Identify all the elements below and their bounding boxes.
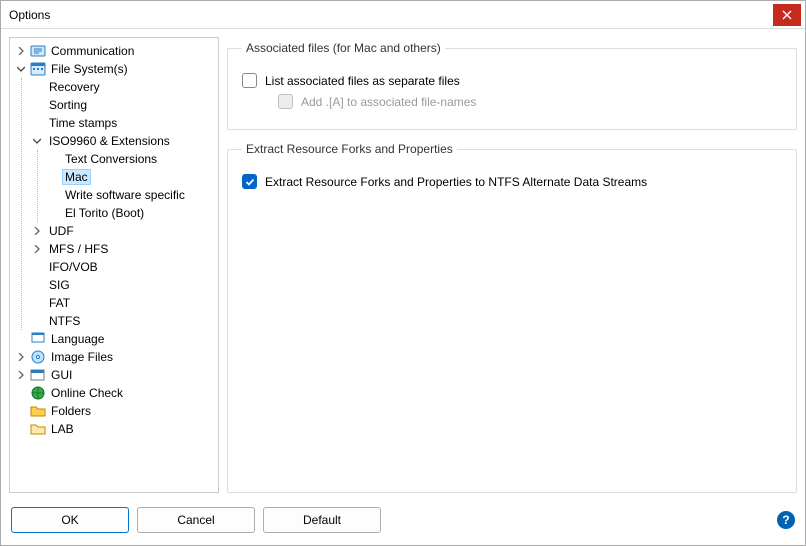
checkbox-label: List associated files as separate files <box>265 74 460 88</box>
tree-item-ntfs[interactable]: NTFS <box>30 312 216 330</box>
tree-item-online-check[interactable]: Online Check <box>14 384 216 402</box>
tree-label: Folders <box>48 403 94 419</box>
tree-label: ISO9960 & Extensions <box>46 133 173 149</box>
checkbox-icon <box>242 73 257 88</box>
group-legend: Associated files (for Mac and others) <box>242 41 445 55</box>
tree-item-sig[interactable]: SIG <box>30 276 216 294</box>
disc-icon <box>30 349 46 365</box>
chevron-right-icon[interactable] <box>14 368 28 382</box>
tree-item-iso9960[interactable]: ISO9960 & Extensions <box>30 132 216 150</box>
tree-label: Text Conversions <box>62 151 160 167</box>
tree-item-gui[interactable]: GUI <box>14 366 216 384</box>
window-icon <box>30 367 46 383</box>
tree-item-language[interactable]: Language <box>14 330 216 348</box>
tree-label: Time stamps <box>46 115 120 131</box>
button-label: Cancel <box>177 513 214 527</box>
button-label: OK <box>61 513 78 527</box>
tree-item-sorting[interactable]: Sorting <box>30 96 216 114</box>
help-button[interactable]: ? <box>777 511 795 529</box>
tree-label: Communication <box>48 43 137 59</box>
folder-icon <box>30 421 46 437</box>
tree-item-text-conversions[interactable]: Text Conversions <box>46 150 216 168</box>
tree-item-write-software[interactable]: Write software specific <box>46 186 216 204</box>
button-label: Default <box>303 513 341 527</box>
tree-item-folders[interactable]: Folders <box>14 402 216 420</box>
checkbox-label: Extract Resource Forks and Properties to… <box>265 175 647 189</box>
tree-item-communication[interactable]: Communication <box>14 42 216 60</box>
tree-label: File System(s) <box>48 61 131 77</box>
tree-label: Recovery <box>46 79 103 95</box>
tree-item-ifo-vob[interactable]: IFO/VOB <box>30 258 216 276</box>
group-legend: Extract Resource Forks and Properties <box>242 142 457 156</box>
chevron-down-icon[interactable] <box>14 62 28 76</box>
checkbox-add-a-suffix: Add .[A] to associated file-names <box>278 94 782 109</box>
tree-item-lab[interactable]: LAB <box>14 420 216 438</box>
cancel-button[interactable]: Cancel <box>137 507 255 533</box>
tree-item-file-system[interactable]: File System(s) <box>14 60 216 78</box>
tree-item-image-files[interactable]: Image Files <box>14 348 216 366</box>
ok-button[interactable]: OK <box>11 507 129 533</box>
checkbox-label: Add .[A] to associated file-names <box>301 95 476 109</box>
checkbox-checked-icon <box>242 174 257 189</box>
tree-item-mfs-hfs[interactable]: MFS / HFS <box>30 240 216 258</box>
nav-tree[interactable]: Communication File System(s) Recovery So… <box>9 37 219 493</box>
language-icon <box>30 331 46 347</box>
tree-label: Write software specific <box>62 187 188 203</box>
checkbox-list-associated[interactable]: List associated files as separate files <box>242 73 782 88</box>
tree-label: El Torito (Boot) <box>62 205 147 221</box>
tree-item-recovery[interactable]: Recovery <box>30 78 216 96</box>
close-icon <box>782 10 792 20</box>
tree-label: UDF <box>46 223 77 239</box>
checkbox-icon <box>278 94 293 109</box>
tree-label: Mac <box>62 169 91 185</box>
chevron-right-icon[interactable] <box>30 224 44 238</box>
tree-label: Language <box>48 331 107 347</box>
window-title: Options <box>1 8 773 22</box>
tree-item-mac[interactable]: Mac <box>46 168 216 186</box>
default-button[interactable]: Default <box>263 507 381 533</box>
dialog-footer: OK Cancel Default ? <box>1 501 805 545</box>
settings-panel: Associated files (for Mac and others) Li… <box>227 37 797 493</box>
tree-label: FAT <box>46 295 73 311</box>
tree-label: Sorting <box>46 97 90 113</box>
tree-label: LAB <box>48 421 77 437</box>
options-dialog: Options Communication <box>0 0 806 546</box>
tree-label: SIG <box>46 277 73 293</box>
chevron-right-icon[interactable] <box>30 242 44 256</box>
calendar-icon <box>30 61 46 77</box>
tree-label: GUI <box>48 367 75 383</box>
globe-icon <box>30 385 46 401</box>
titlebar: Options <box>1 1 805 29</box>
chevron-right-icon[interactable] <box>14 350 28 364</box>
group-extract-resource-forks: Extract Resource Forks and Properties Ex… <box>227 142 797 493</box>
tree-label: IFO/VOB <box>46 259 101 275</box>
communication-icon <box>30 43 46 59</box>
group-associated-files: Associated files (for Mac and others) Li… <box>227 41 797 130</box>
tree-label: NTFS <box>46 313 83 329</box>
tree-label: MFS / HFS <box>46 241 111 257</box>
folder-icon <box>30 403 46 419</box>
tree-label: Image Files <box>48 349 116 365</box>
chevron-right-icon[interactable] <box>14 44 28 58</box>
dialog-body: Communication File System(s) Recovery So… <box>1 29 805 501</box>
close-button[interactable] <box>773 4 801 26</box>
tree-item-time-stamps[interactable]: Time stamps <box>30 114 216 132</box>
chevron-down-icon[interactable] <box>30 134 44 148</box>
tree-item-el-torito[interactable]: El Torito (Boot) <box>46 204 216 222</box>
tree-item-fat[interactable]: FAT <box>30 294 216 312</box>
checkbox-extract-ntfs-ads[interactable]: Extract Resource Forks and Properties to… <box>242 174 782 189</box>
tree-label: Online Check <box>48 385 126 401</box>
tree-item-udf[interactable]: UDF <box>30 222 216 240</box>
